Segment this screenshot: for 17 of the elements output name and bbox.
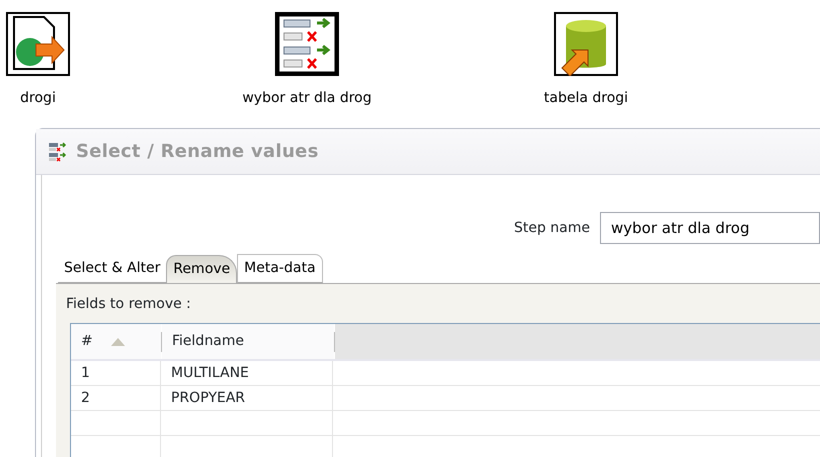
column-header[interactable]: # [81, 331, 93, 352]
fields-to-remove-label: Fields to remove : [66, 295, 192, 314]
dialog-title: Select / Rename values [76, 140, 319, 164]
database-table-icon[interactable] [554, 12, 618, 76]
step-label: drogi [20, 89, 56, 108]
table-cell-text: 1 [81, 364, 90, 382]
table-cell-text: MULTILANE [171, 364, 249, 382]
step-name-field[interactable]: wybor atr dla drog [600, 212, 820, 244]
step-label: wybor atr dla drog [242, 89, 372, 108]
tab[interactable]: Meta-data [237, 254, 323, 283]
tab[interactable]: Remove [166, 255, 238, 283]
step-name-label: Step name [514, 218, 590, 238]
step-label: tabela drogi [544, 89, 628, 108]
table-cell-text: PROPYEAR [171, 388, 246, 408]
select-values-icon[interactable] [275, 12, 339, 76]
file-input-icon[interactable] [6, 12, 70, 76]
table-cell-text: 2 [81, 388, 90, 408]
